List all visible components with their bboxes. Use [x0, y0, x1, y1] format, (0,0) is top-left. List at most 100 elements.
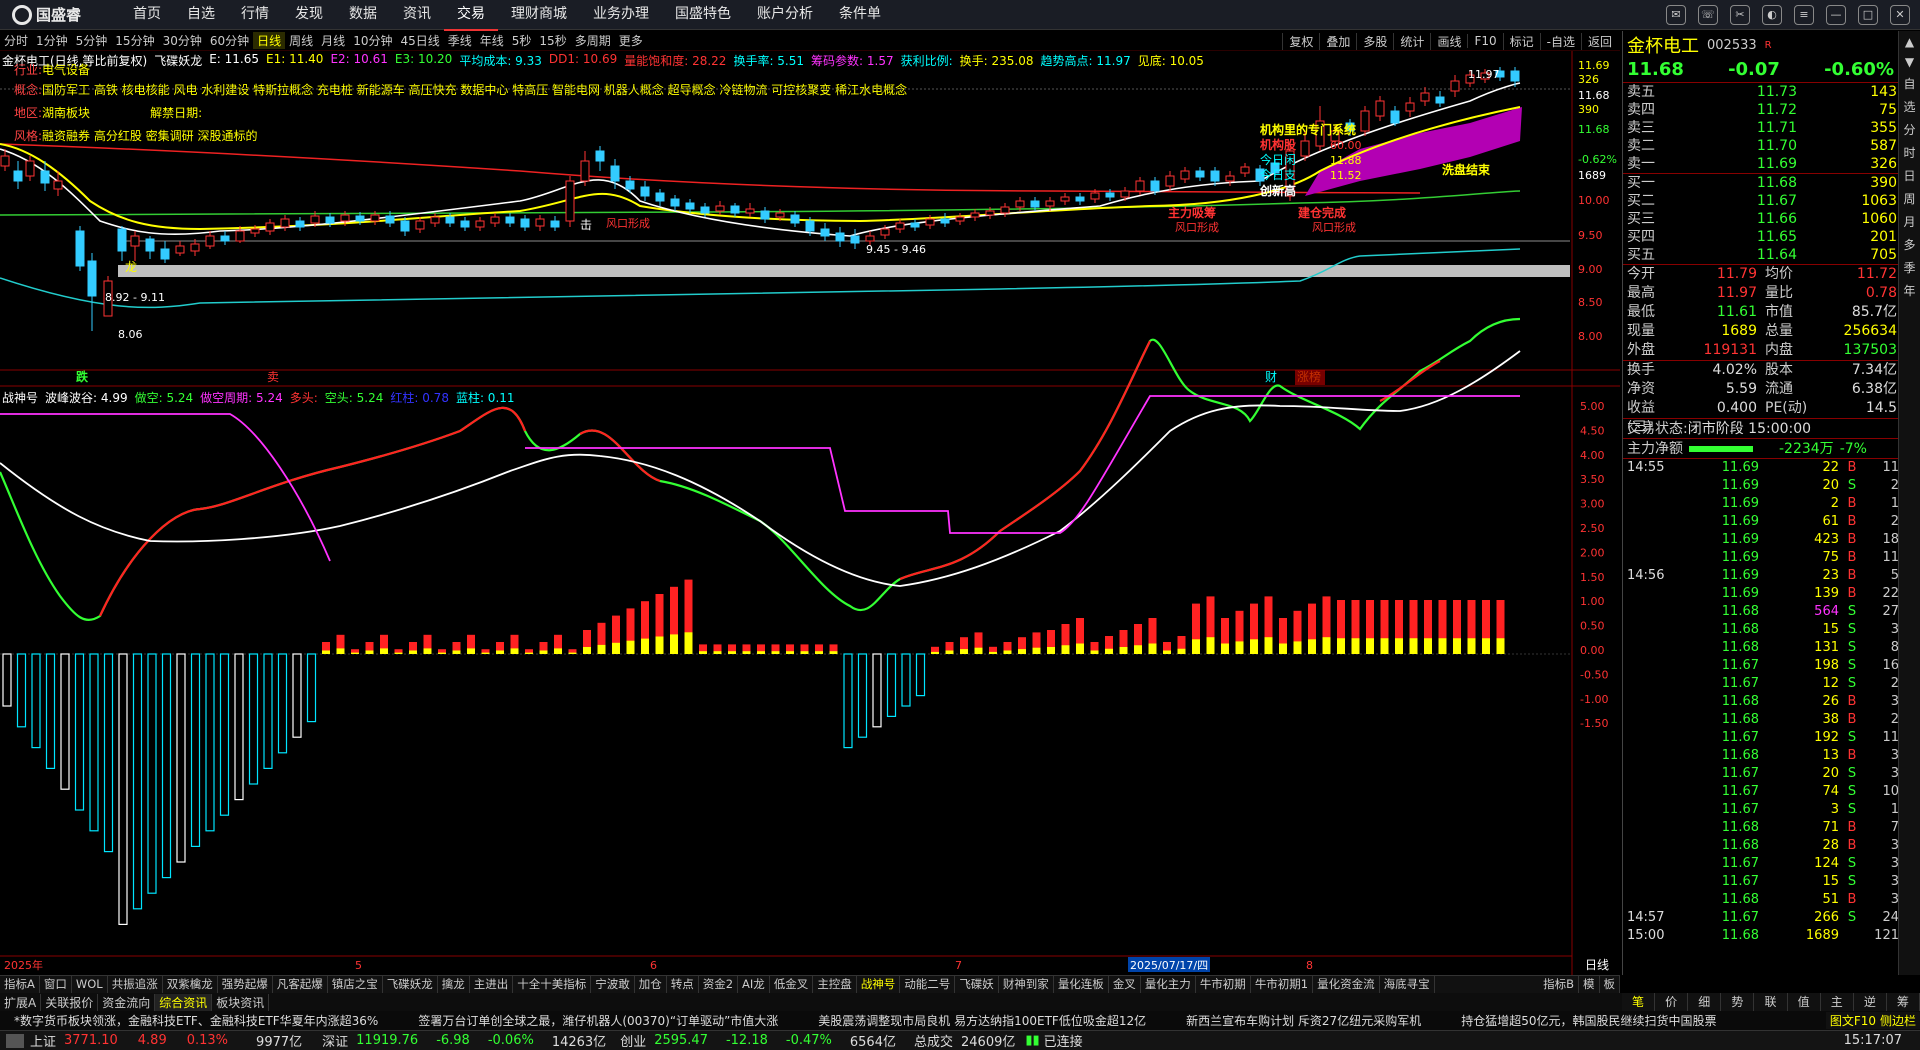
indicator-tab-9[interactable]: 擒龙 — [438, 976, 470, 993]
indicator-tab-12[interactable]: 宁波敢 — [591, 976, 635, 993]
indicator-tab-11[interactable]: 十全十美指标 — [513, 976, 592, 993]
sz-label[interactable]: 深证 — [322, 1031, 348, 1050]
indicator-tab-17[interactable]: 低金叉 — [770, 976, 814, 993]
quote-tab-1[interactable]: 价 — [1655, 993, 1689, 1011]
menu-icon[interactable]: ≡ — [1794, 5, 1814, 25]
indicator-tab-21[interactable]: 飞碟妖 — [955, 976, 999, 993]
nav-item-6[interactable]: 交易 — [444, 0, 498, 31]
nav-item-3[interactable]: 发现 — [282, 0, 336, 31]
strip-arrow-icon[interactable]: ▲ — [1901, 35, 1919, 49]
indicator-tab-5[interactable]: 强势起爆 — [218, 976, 273, 993]
indicator-tab-0[interactable]: 指标A — [0, 976, 40, 993]
quote-tab-4[interactable]: 联 — [1754, 993, 1788, 1011]
nav-item-10[interactable]: 账户分析 — [744, 0, 826, 31]
indicator-tab-25[interactable]: 量化主力 — [1141, 976, 1196, 993]
skin-icon[interactable]: ◐ — [1762, 5, 1782, 25]
indicator-tab-4[interactable]: 双紫檎龙 — [163, 976, 218, 993]
bottom-tab-1[interactable]: 关联报价 — [41, 993, 99, 1011]
chat-icon[interactable]: ☏ — [1698, 5, 1718, 25]
indicator-tab-28[interactable]: 量化资金流 — [1313, 976, 1380, 993]
indicator-tab-26[interactable]: 牛市初期 — [1196, 976, 1251, 993]
bid-row: 买五 11.64 705 — [1623, 246, 1898, 264]
close-icon[interactable]: ✕ — [1890, 5, 1910, 25]
side-item-5[interactable]: 周 — [1901, 190, 1919, 207]
news-item-4[interactable]: 持仓猛增超50亿元，韩国股民继续扫货中国股票 — [1461, 1012, 1716, 1029]
indicator-tab-7[interactable]: 镇店之宝 — [328, 976, 383, 993]
indicator-tab-14[interactable]: 转点 — [667, 976, 699, 993]
indicator-tab-15[interactable]: 资金2 — [699, 976, 739, 993]
bottom-tab-2[interactable]: 资金流向 — [98, 993, 156, 1011]
indicator-tab-23[interactable]: 量化连板 — [1054, 976, 1109, 993]
cy-label[interactable]: 创业 — [620, 1031, 646, 1050]
last-price: 11.68 — [1627, 59, 1684, 80]
chart-area[interactable]: 分时 1分钟 5分钟 15分钟 30分钟 60分钟 日线 周线 月线 10分钟 45日线 季线 年线 5秒… — [0, 31, 1620, 975]
side-item-1[interactable]: 选 — [1901, 98, 1919, 115]
price-tick: -0.62% — [1578, 153, 1617, 166]
message-icon[interactable]: ✉ — [1666, 5, 1686, 25]
maximize-icon[interactable]: □ — [1858, 5, 1878, 25]
quote-tab-6[interactable]: 主 — [1821, 993, 1854, 1011]
nav-item-7[interactable]: 理财商城 — [498, 0, 580, 31]
nav-item-8[interactable]: 业务办理 — [580, 0, 662, 31]
indicator-tab-1[interactable]: 窗口 — [40, 976, 72, 993]
indicator-tab-right-2[interactable]: 板 — [1600, 976, 1620, 993]
side-item-2[interactable]: 分 — [1901, 121, 1919, 138]
nav-item-2[interactable]: 行情 — [228, 0, 282, 31]
indicator-tab-10[interactable]: 主进出 — [470, 976, 514, 993]
indicator-tab-right-0[interactable]: 指标B — [1539, 976, 1579, 993]
side-item-8[interactable]: 季 — [1901, 259, 1919, 276]
indicator-tab-18[interactable]: 主控盘 — [813, 976, 857, 993]
indicator-tab-3[interactable]: 共振追涨 — [108, 976, 163, 993]
indicator-tab-right-1[interactable]: 模 — [1579, 976, 1600, 993]
news-item-0[interactable]: *数字货币板块领涨，金融科技ETF、金融科技ETF华夏年内涨超36% — [14, 1012, 378, 1029]
indicator-tab-20[interactable]: 动能二号 — [900, 976, 956, 993]
sh-label[interactable]: 上证 — [30, 1031, 56, 1050]
candlestick-chart[interactable]: 8.92 - 9.11 8.06 9.45 - 9.46 11.97 风口形成 … — [0, 31, 1620, 975]
nav-item-5[interactable]: 资讯 — [390, 0, 444, 31]
nav-item-1[interactable]: 自选 — [174, 0, 228, 31]
sub-name[interactable]: 战神号 — [2, 389, 38, 407]
indicator-tab-24[interactable]: 金叉 — [1109, 976, 1141, 993]
nav-item-0[interactable]: 首页 — [120, 0, 174, 31]
news-tab-f10[interactable]: 图文F10 — [1825, 1012, 1880, 1029]
quote-tab-0[interactable]: 笔 — [1622, 993, 1656, 1011]
indicator-tab-22[interactable]: 财神到家 — [999, 976, 1054, 993]
cy-change: -12.18 — [725, 1033, 768, 1048]
bottom-tab-0[interactable]: 扩展A — [0, 993, 42, 1011]
news-item-3[interactable]: 新西兰宣布车购计划 斥资27亿纽元采购军机 — [1186, 1012, 1421, 1029]
bottom-tab-4[interactable]: 板块资讯 — [212, 993, 270, 1011]
side-item-4[interactable]: 日 — [1901, 167, 1919, 184]
indicator-tab-16[interactable]: AI龙 — [738, 976, 770, 993]
bottom-tab-3[interactable]: 综合资讯 — [155, 993, 213, 1011]
indicator-tab-13[interactable]: 加仓 — [635, 976, 667, 993]
quote-tab-5[interactable]: 值 — [1788, 993, 1821, 1011]
indicator-tab-8[interactable]: 飞碟妖龙 — [383, 976, 438, 993]
side-item-0[interactable]: 自 — [1901, 75, 1919, 92]
app-logo[interactable]: 国盛睿 — [0, 4, 120, 25]
nav-item-9[interactable]: 国盛特色 — [662, 0, 744, 31]
indicator-tab-6[interactable]: 凡客起爆 — [273, 976, 328, 993]
side-item-3[interactable]: 时 — [1901, 144, 1919, 161]
quote-tab-8[interactable]: 筹 — [1887, 993, 1920, 1011]
strip-arrow-icon[interactable]: ▼ — [1901, 55, 1919, 69]
indicator-tab-27[interactable]: 牛市初期1 — [1251, 976, 1314, 993]
side-item-9[interactable]: 年 — [1901, 282, 1919, 299]
indicator-tab-19[interactable]: 战神号 — [857, 976, 901, 993]
side-item-6[interactable]: 月 — [1901, 213, 1919, 230]
side-item-7[interactable]: 多 — [1901, 236, 1919, 253]
quote-tab-7[interactable]: 逆 — [1854, 993, 1887, 1011]
quote-tab-2[interactable]: 细 — [1688, 993, 1722, 1011]
news-item-2[interactable]: 美股震荡调整现市局良机 易方达纳指100ETF低位吸金超12亿 — [818, 1012, 1146, 1029]
indicator-tab-29[interactable]: 海底寻宝 — [1380, 976, 1435, 993]
nav-item-11[interactable]: 条件单 — [826, 0, 894, 31]
candle-body — [1225, 175, 1235, 182]
quote-tab-3[interactable]: 势 — [1721, 993, 1755, 1011]
news-item-1[interactable]: 签署万台订单创全球之最，潍仔机器人(00370)“订单驱动”市值大涨 — [418, 1012, 778, 1029]
news-tab-sidebar[interactable]: 侧边栏 — [1875, 1012, 1920, 1029]
tick-list[interactable]: 14:55 11.69 22 B 11 11.69 20 S 2 11.69 2 B 1 11.69 61 B… — [1623, 459, 1899, 945]
tools-icon[interactable]: ✂ — [1730, 5, 1750, 25]
sub-bar-down — [857, 653, 868, 738]
nav-item-4[interactable]: 数据 — [336, 0, 390, 31]
minimize-icon[interactable]: — — [1826, 5, 1846, 25]
indicator-tab-2[interactable]: WOL — [72, 976, 108, 993]
